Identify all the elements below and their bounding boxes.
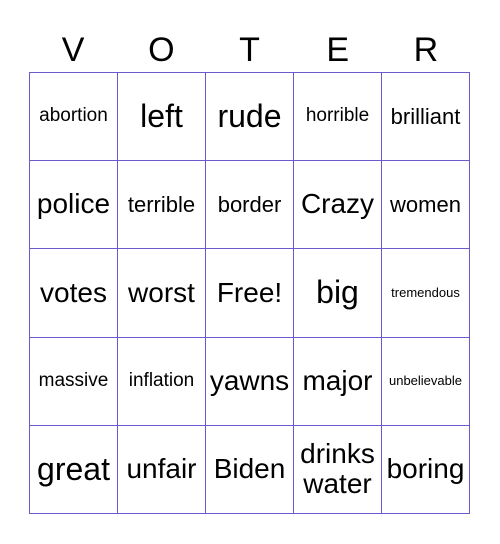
bingo-cell[interactable]: big: [294, 249, 382, 338]
bingo-cell[interactable]: Biden: [206, 425, 294, 514]
bingo-cell[interactable]: unbelievable: [382, 337, 470, 426]
bingo-cell[interactable]: votes: [30, 249, 118, 338]
bingo-cell[interactable]: inflation: [118, 337, 206, 426]
bingo-grid: abortion left rude horrible brilliant police t…: [29, 72, 470, 514]
bingo-cell[interactable]: yawns: [206, 337, 294, 426]
bingo-cell[interactable]: Crazy: [294, 161, 382, 250]
bingo-cell[interactable]: border: [206, 161, 294, 250]
bingo-cell[interactable]: police: [30, 161, 118, 250]
bingo-cell[interactable]: rude: [206, 73, 294, 162]
bingo-cell[interactable]: great: [30, 425, 118, 514]
bingo-cell[interactable]: drinks water: [294, 425, 382, 514]
header-letter: E: [326, 31, 350, 69]
bingo-cell[interactable]: Free!: [206, 249, 294, 338]
bingo-cell[interactable]: abortion: [30, 73, 118, 162]
header-letter: V: [61, 31, 85, 69]
header-letter: O: [148, 31, 175, 69]
header-letter: R: [413, 31, 439, 69]
bingo-cell[interactable]: massive: [30, 337, 118, 426]
bingo-cell[interactable]: unfair: [118, 425, 206, 514]
bingo-header: V O T E R: [29, 28, 470, 72]
bingo-cell[interactable]: worst: [118, 249, 206, 338]
bingo-cell[interactable]: boring: [382, 425, 470, 514]
bingo-cell[interactable]: terrible: [118, 161, 206, 250]
bingo-cell[interactable]: left: [118, 73, 206, 162]
bingo-cell[interactable]: women: [382, 161, 470, 250]
header-letter: T: [239, 31, 260, 69]
bingo-cell[interactable]: brilliant: [382, 73, 470, 162]
bingo-cell[interactable]: tremendous: [382, 249, 470, 338]
bingo-cell[interactable]: horrible: [294, 73, 382, 162]
bingo-cell[interactable]: major: [294, 337, 382, 426]
